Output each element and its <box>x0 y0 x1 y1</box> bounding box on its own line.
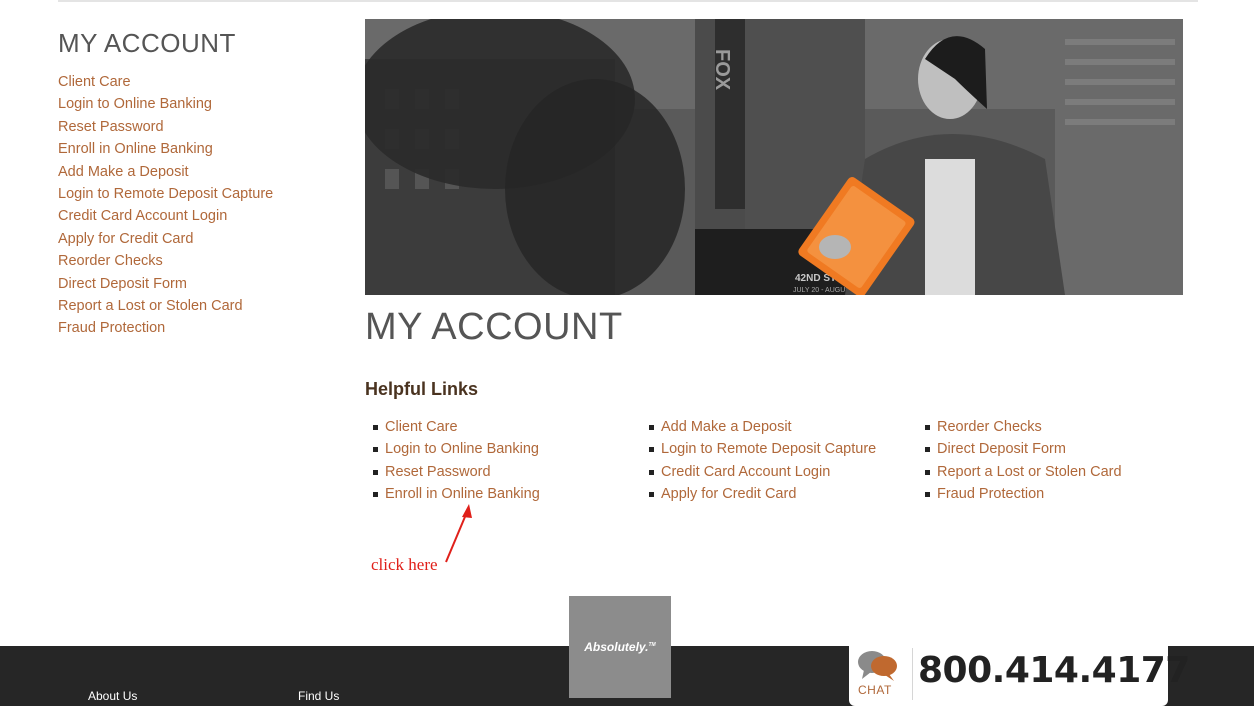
brand-logo[interactable]: Absolutely.TM <box>569 596 671 698</box>
sidebar-menu: Client Care Login to Online Banking Rese… <box>58 71 348 340</box>
sidebar-link-reorder-checks[interactable]: Reorder Checks <box>58 253 163 269</box>
contact-divider <box>912 648 913 700</box>
list-item: Report a Lost or Stolen Card <box>925 461 1122 483</box>
link-add-make-deposit[interactable]: Add Make a Deposit <box>661 419 792 435</box>
sidebar-item: Reset Password <box>58 116 348 138</box>
helpful-links-column-3: Reorder Checks Direct Deposit Form Repor… <box>925 416 1122 506</box>
list-item: Reorder Checks <box>925 416 1122 438</box>
hero-illustration: FOX 42ND STREET JULY 20 - AUGUST 2 <box>365 19 1183 295</box>
sidebar-item: Client Care <box>58 71 348 93</box>
sidebar-item: Apply for Credit Card <box>58 228 348 250</box>
page-title: MY ACCOUNT <box>365 306 623 348</box>
sidebar-link-direct-deposit-form[interactable]: Direct Deposit Form <box>58 276 187 292</box>
list-item: Reset Password <box>373 461 540 483</box>
helpful-links-column-1: Client Care Login to Online Banking Rese… <box>373 416 540 506</box>
list-item: Login to Remote Deposit Capture <box>649 438 876 460</box>
phone-number[interactable]: 800.414.4177 <box>918 650 1190 691</box>
link-client-care[interactable]: Client Care <box>385 419 458 435</box>
chat-bubbles-icon <box>858 651 897 681</box>
list-item: Login to Online Banking <box>373 438 540 460</box>
link-apply-credit-card[interactable]: Apply for Credit Card <box>661 486 796 502</box>
chat-label: CHAT <box>858 683 892 697</box>
chat-button[interactable]: CHAT <box>849 646 909 706</box>
sidebar-item: Reorder Checks <box>58 250 348 272</box>
sidebar-link-credit-card-login[interactable]: Credit Card Account Login <box>58 208 227 224</box>
top-divider <box>58 0 1198 2</box>
link-reset-password[interactable]: Reset Password <box>385 464 491 480</box>
sidebar-link-login-online-banking[interactable]: Login to Online Banking <box>58 96 212 112</box>
footer-link-find-us[interactable]: Find Us <box>298 689 339 703</box>
list-item: Fraud Protection <box>925 483 1122 505</box>
sidebar-link-remote-deposit-capture[interactable]: Login to Remote Deposit Capture <box>58 186 273 202</box>
link-fraud-protection[interactable]: Fraud Protection <box>937 486 1044 502</box>
link-login-online-banking[interactable]: Login to Online Banking <box>385 441 539 457</box>
footer-link-about-us[interactable]: About Us <box>88 689 137 703</box>
contact-panel: CHAT 800.414.4177 <box>849 646 1190 706</box>
sidebar-item: Login to Remote Deposit Capture <box>58 183 348 205</box>
sidebar-item: Login to Online Banking <box>58 93 348 115</box>
link-direct-deposit-form[interactable]: Direct Deposit Form <box>937 441 1066 457</box>
annotation-arrow-icon <box>445 504 472 563</box>
list-item: Add Make a Deposit <box>649 416 876 438</box>
helpful-links-heading: Helpful Links <box>365 379 479 399</box>
sidebar-link-client-care[interactable]: Client Care <box>58 74 131 90</box>
link-report-lost-card[interactable]: Report a Lost or Stolen Card <box>937 464 1122 480</box>
sidebar-item: Credit Card Account Login <box>58 205 348 227</box>
sidebar-link-report-lost-card[interactable]: Report a Lost or Stolen Card <box>58 298 243 314</box>
theater-sign-text: FOX <box>711 49 733 91</box>
sidebar-link-apply-credit-card[interactable]: Apply for Credit Card <box>58 231 193 247</box>
annotation-click-here: click here <box>371 555 438 574</box>
sidebar-link-enroll-online-banking[interactable]: Enroll in Online Banking <box>58 141 213 157</box>
link-remote-deposit-capture[interactable]: Login to Remote Deposit Capture <box>661 441 876 457</box>
sidebar-link-reset-password[interactable]: Reset Password <box>58 119 164 135</box>
sidebar-item: Add Make a Deposit <box>58 161 348 183</box>
sidebar-item: Fraud Protection <box>58 317 348 339</box>
list-item: Apply for Credit Card <box>649 483 876 505</box>
sidebar-item: Report a Lost or Stolen Card <box>58 295 348 317</box>
sidebar-link-add-make-deposit[interactable]: Add Make a Deposit <box>58 164 189 180</box>
link-reorder-checks[interactable]: Reorder Checks <box>937 419 1042 435</box>
list-item: Client Care <box>373 416 540 438</box>
logo-text: Absolutely.TM <box>584 640 656 654</box>
sidebar-link-fraud-protection[interactable]: Fraud Protection <box>58 320 165 336</box>
link-credit-card-login[interactable]: Credit Card Account Login <box>661 464 830 480</box>
sidebar: MY ACCOUNT Client Care Login to Online B… <box>58 28 348 340</box>
helpful-links-column-2: Add Make a Deposit Login to Remote Depos… <box>649 416 876 506</box>
list-item: Direct Deposit Form <box>925 438 1122 460</box>
list-item: Credit Card Account Login <box>649 461 876 483</box>
sidebar-title: MY ACCOUNT <box>58 28 236 58</box>
hero-banner-image: FOX 42ND STREET JULY 20 - AUGUST 2 <box>365 19 1183 295</box>
sidebar-item: Enroll in Online Banking <box>58 138 348 160</box>
sidebar-item: Direct Deposit Form <box>58 273 348 295</box>
